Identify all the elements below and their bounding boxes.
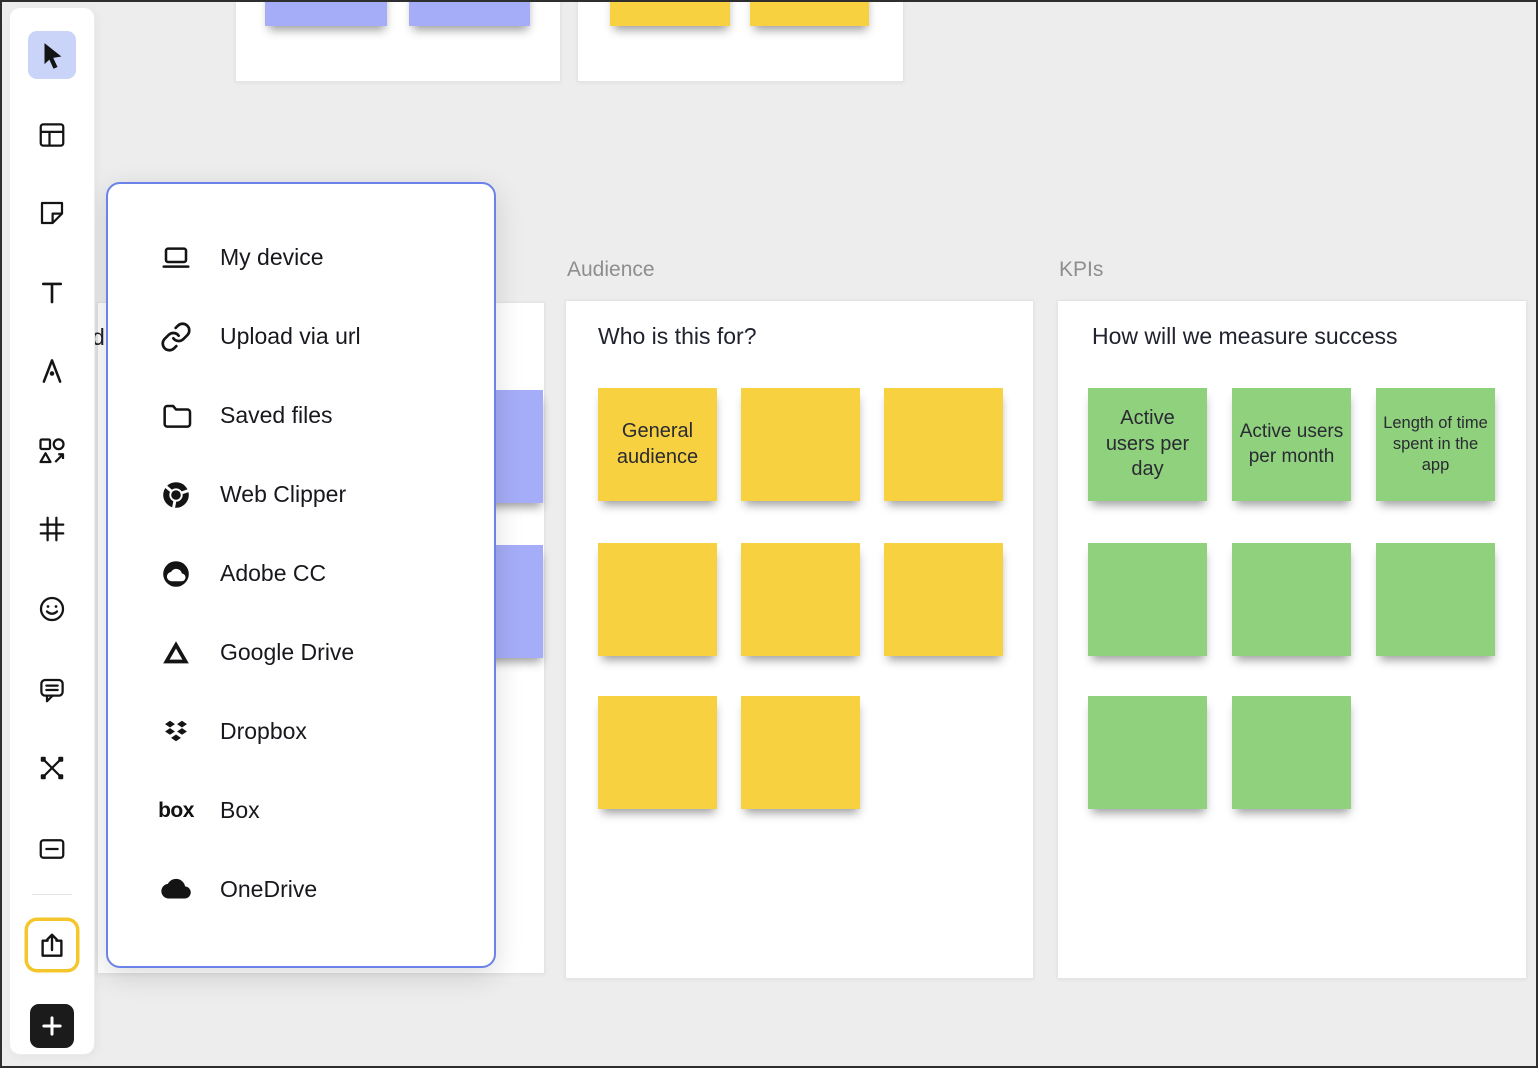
menu-item-upload-via-url[interactable]: Upload via url (158, 297, 494, 376)
adobe-cc-icon (158, 556, 194, 592)
sticky-note[interactable] (598, 543, 717, 656)
connector-tool[interactable] (28, 744, 76, 792)
templates-icon (37, 120, 67, 150)
menu-item-onedrive[interactable]: OneDrive (158, 850, 494, 929)
whiteboard-app: d Audience Who is this for? General audi… (0, 0, 1538, 1068)
card-tool[interactable] (28, 825, 76, 873)
frame-top-right-partial[interactable] (577, 0, 904, 82)
upload-icon (37, 930, 67, 960)
sticky-note-icon (37, 198, 67, 228)
sticky-note[interactable] (1088, 696, 1207, 809)
frame-heading-audience[interactable]: Who is this for? (598, 323, 757, 350)
text-icon (37, 277, 67, 307)
shapes-tool[interactable] (28, 427, 76, 475)
dropbox-icon (158, 714, 194, 750)
frame-title-kpis[interactable]: KPIs (1059, 258, 1103, 282)
comment-tool[interactable] (28, 666, 76, 714)
connector-icon (37, 753, 67, 783)
sticky-note[interactable] (741, 696, 860, 809)
sticky-note[interactable] (409, 0, 530, 26)
text-tool[interactable] (28, 268, 76, 316)
smiley-icon (37, 594, 67, 624)
menu-item-dropbox[interactable]: Dropbox (158, 692, 494, 771)
sticky-note[interactable] (884, 543, 1003, 656)
menu-item-adobe-cc[interactable]: Adobe CC (158, 534, 494, 613)
menu-item-label: Adobe CC (220, 560, 326, 587)
toolbar-divider (32, 894, 72, 895)
menu-item-label: Dropbox (220, 718, 307, 745)
sticky-note[interactable] (741, 543, 860, 656)
sticky-note[interactable] (1232, 696, 1351, 809)
upload-menu-popup: My device Upload via url Saved files Web… (106, 182, 496, 968)
sticky-note[interactable] (741, 388, 860, 501)
sticky-note[interactable] (598, 696, 717, 809)
link-icon (158, 319, 194, 355)
select-tool[interactable] (28, 31, 76, 79)
frame-title-audience[interactable]: Audience (567, 258, 655, 282)
laptop-icon (158, 240, 194, 276)
sticky-note[interactable]: Length of time spent in the app (1376, 388, 1495, 501)
frame-top-left-partial[interactable] (235, 0, 561, 82)
onedrive-cloud-icon (158, 872, 194, 908)
plus-icon (37, 1011, 67, 1041)
menu-item-label: Upload via url (220, 323, 361, 350)
menu-item-google-drive[interactable]: Google Drive (158, 613, 494, 692)
frame-tool[interactable] (28, 505, 76, 553)
sticky-note[interactable] (610, 0, 730, 26)
card-icon (37, 834, 67, 864)
cursor-icon (37, 40, 67, 70)
sticky-note[interactable]: Active users per day (1088, 388, 1207, 501)
comment-icon (37, 675, 67, 705)
menu-item-label: My device (220, 244, 324, 271)
templates-tool[interactable] (28, 111, 76, 159)
menu-item-label: Web Clipper (220, 481, 346, 508)
menu-item-label: OneDrive (220, 876, 317, 903)
menu-item-web-clipper[interactable]: Web Clipper (158, 455, 494, 534)
menu-item-saved-files[interactable]: Saved files (158, 376, 494, 455)
menu-item-my-device[interactable]: My device (158, 218, 494, 297)
sticky-note[interactable] (265, 0, 387, 26)
toolbar (10, 8, 94, 1054)
sticky-note[interactable]: General audience (598, 388, 717, 501)
frame-icon (37, 514, 67, 544)
google-drive-icon (158, 635, 194, 671)
chrome-icon (158, 477, 194, 513)
folder-icon (158, 398, 194, 434)
sticky-note-tool[interactable] (28, 189, 76, 237)
menu-item-label: Google Drive (220, 639, 354, 666)
menu-item-label: Box (220, 797, 260, 824)
upload-tool[interactable] (28, 921, 76, 969)
add-tool-button[interactable] (30, 1004, 74, 1048)
sticky-note[interactable]: Active users per month (1232, 388, 1351, 501)
sticky-note[interactable] (1376, 543, 1495, 656)
stickers-tool[interactable] (28, 585, 76, 633)
sticky-note[interactable] (884, 388, 1003, 501)
menu-item-label: Saved files (220, 402, 333, 429)
sticky-note[interactable] (1232, 543, 1351, 656)
sticky-note[interactable] (1088, 543, 1207, 656)
frame-heading-kpis[interactable]: How will we measure success (1092, 323, 1397, 350)
sticky-note[interactable] (750, 0, 869, 26)
frame-audience[interactable]: Who is this for? General audience (565, 300, 1034, 979)
shapes-icon (37, 436, 67, 466)
pen-icon (37, 356, 67, 386)
pen-tool[interactable] (28, 347, 76, 395)
menu-item-box[interactable]: box Box (158, 771, 494, 850)
frame-kpis[interactable]: How will we measure success Active users… (1057, 300, 1527, 979)
box-logo-icon: box (158, 793, 194, 829)
